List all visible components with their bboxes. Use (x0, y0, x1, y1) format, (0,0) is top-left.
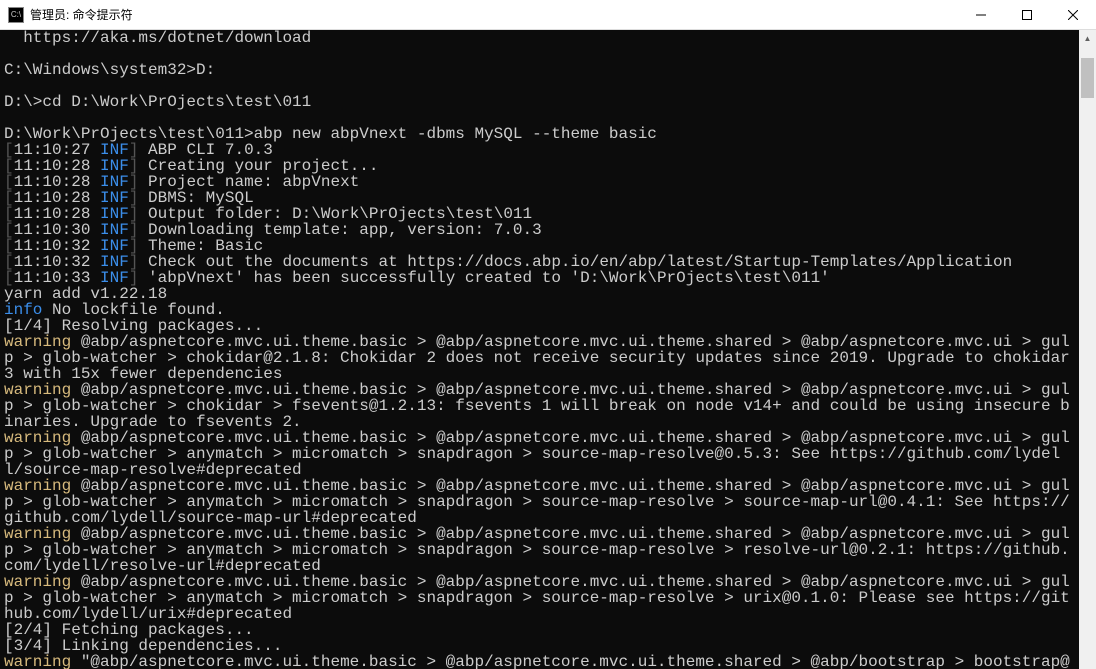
terminal-line (4, 78, 1075, 94)
terminal-line: [11:10:28 INF] Project name: abpVnext (4, 174, 1075, 190)
terminal-line (4, 46, 1075, 62)
terminal-line: [2/4] Fetching packages... (4, 622, 1075, 638)
terminal-line: warning @abp/aspnetcore.mvc.ui.theme.bas… (4, 382, 1075, 430)
terminal-line: https://aka.ms/dotnet/download (4, 30, 1075, 46)
terminal-line (4, 110, 1075, 126)
terminal-area: https://aka.ms/dotnet/download C:\Window… (0, 30, 1096, 669)
titlebar[interactable]: C:\ 管理员: 命令提示符 (0, 0, 1096, 30)
terminal-line: warning @abp/aspnetcore.mvc.ui.theme.bas… (4, 430, 1075, 478)
terminal-line: [11:10:33 INF] 'abpVnext' has been succe… (4, 270, 1075, 286)
terminal-line: C:\Windows\system32>D: (4, 62, 1075, 78)
terminal-line: [11:10:28 INF] Output folder: D:\Work\Pr… (4, 206, 1075, 222)
minimize-button[interactable] (958, 0, 1004, 30)
terminal-line: D:\>cd D:\Work\PrOjects\test\011 (4, 94, 1075, 110)
window: C:\ 管理员: 命令提示符 https://aka.ms/dotnet/dow… (0, 0, 1096, 669)
terminal-output[interactable]: https://aka.ms/dotnet/download C:\Window… (0, 30, 1079, 669)
terminal-line: [11:10:27 INF] ABP CLI 7.0.3 (4, 142, 1075, 158)
terminal-line: [3/4] Linking dependencies... (4, 638, 1075, 654)
terminal-line: [11:10:32 INF] Theme: Basic (4, 238, 1075, 254)
scroll-up-button[interactable]: ▲ (1079, 30, 1096, 47)
terminal-line: yarn add v1.22.18 (4, 286, 1075, 302)
terminal-line: [11:10:30 INF] Downloading template: app… (4, 222, 1075, 238)
maximize-button[interactable] (1004, 0, 1050, 30)
terminal-line: [11:10:32 INF] Check out the documents a… (4, 254, 1075, 270)
cmd-icon: C:\ (8, 7, 24, 23)
terminal-line: warning @abp/aspnetcore.mvc.ui.theme.bas… (4, 478, 1075, 526)
scroll-thumb[interactable] (1081, 58, 1094, 98)
terminal-line: [11:10:28 INF] DBMS: MySQL (4, 190, 1075, 206)
terminal-line: D:\Work\PrOjects\test\011>abp new abpVne… (4, 126, 1075, 142)
scrollbar[interactable]: ▲ ▼ (1079, 30, 1096, 669)
terminal-line: warning @abp/aspnetcore.mvc.ui.theme.bas… (4, 526, 1075, 574)
close-button[interactable] (1050, 0, 1096, 30)
terminal-line: warning @abp/aspnetcore.mvc.ui.theme.bas… (4, 334, 1075, 382)
terminal-line: info No lockfile found. (4, 302, 1075, 318)
terminal-line: warning @abp/aspnetcore.mvc.ui.theme.bas… (4, 574, 1075, 622)
terminal-line: [1/4] Resolving packages... (4, 318, 1075, 334)
terminal-line: warning "@abp/aspnetcore.mvc.ui.theme.ba… (4, 654, 1075, 669)
window-title: 管理员: 命令提示符 (30, 6, 958, 23)
terminal-line: [11:10:28 INF] Creating your project... (4, 158, 1075, 174)
